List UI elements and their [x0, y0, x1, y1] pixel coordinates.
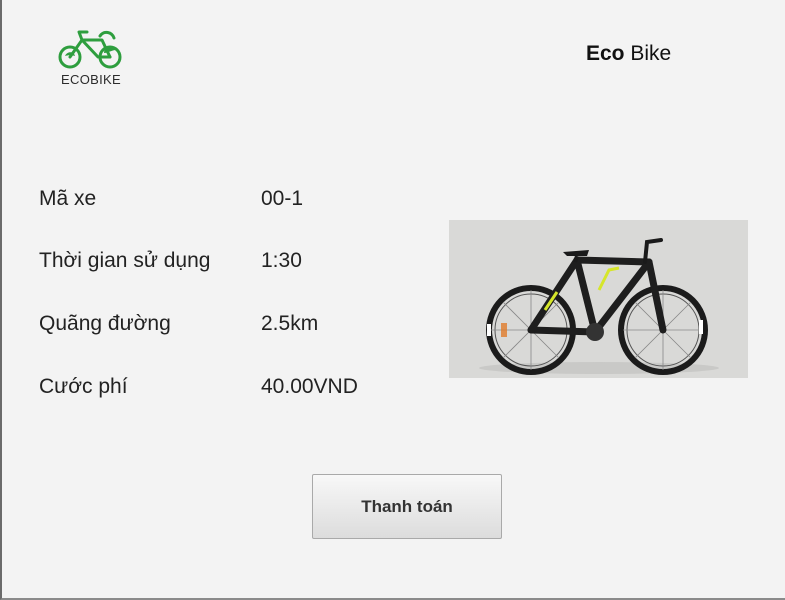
app-title-rest: Bike [624, 42, 672, 65]
detail-value: 2.5km [261, 312, 319, 335]
bike-photo [449, 220, 748, 378]
detail-value: 00-1 [261, 187, 304, 210]
detail-value: 1:30 [261, 249, 302, 272]
detail-value: 40.00VND [261, 375, 358, 398]
bicycle-image-icon [449, 220, 748, 378]
logo-text: ECOBIKE [61, 72, 121, 87]
pay-button[interactable]: Thanh toán [312, 474, 502, 539]
app-title: Eco Bike [586, 42, 671, 66]
detail-label: Mã xe [39, 187, 97, 210]
detail-label: Thời gian sử dụng [39, 249, 211, 272]
detail-label: Quãng đường [39, 312, 171, 335]
detail-label: Cước phí [39, 375, 128, 398]
bicycle-logo-icon [58, 30, 122, 69]
app-title-bold: Eco [586, 42, 625, 65]
ecobike-logo: ECOBIKE [54, 28, 128, 90]
